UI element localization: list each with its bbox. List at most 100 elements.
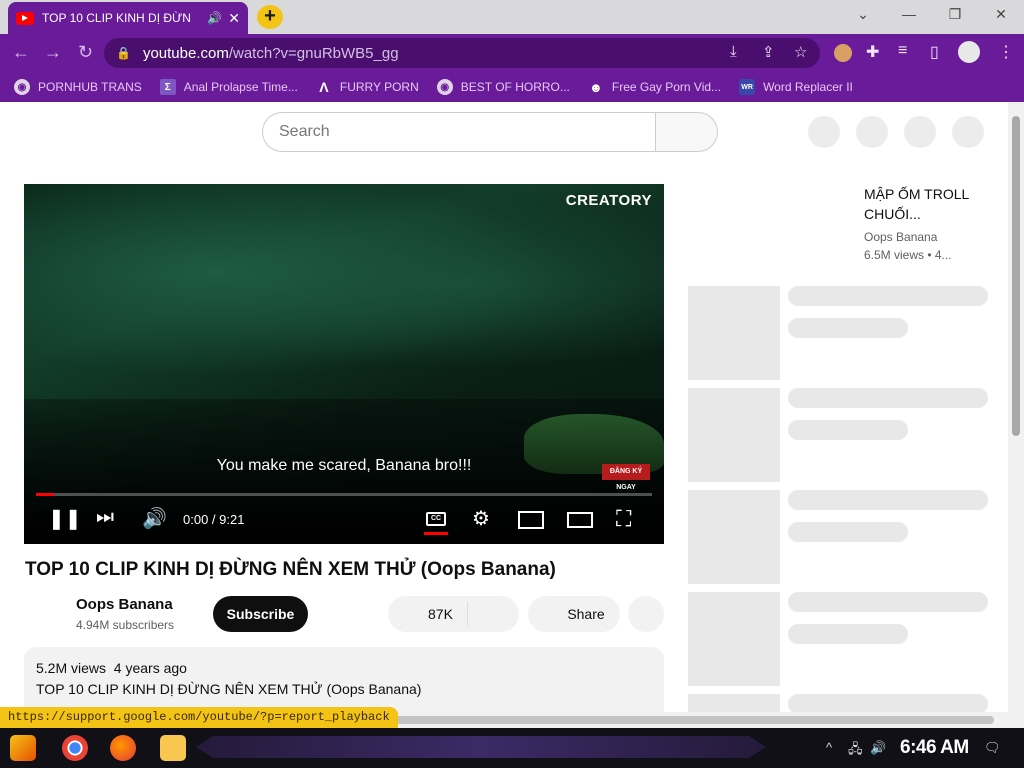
captions-active-indicator <box>424 532 448 535</box>
subscribe-button[interactable]: Subscribe <box>213 596 308 632</box>
close-window-button[interactable]: ✕ <box>986 6 1016 23</box>
share-page-icon[interactable]: ⇪ <box>762 43 775 61</box>
bookmark-item[interactable]: Σ Anal Prolapse Time... <box>159 79 298 95</box>
related-placeholder-line <box>788 286 988 306</box>
captions-icon[interactable]: CC <box>426 512 446 526</box>
restore-button[interactable]: ❐ <box>940 6 970 23</box>
next-icon[interactable]: ⏭ <box>96 506 114 529</box>
back-icon[interactable]: ← <box>12 42 30 63</box>
globe-icon: ◉ <box>436 79 453 95</box>
bookmark-item[interactable]: WR Word Replacer II <box>739 79 853 95</box>
bookmark-item[interactable]: ◉ BEST OF HORRO... <box>436 79 570 95</box>
related-placeholder-line <box>788 318 908 338</box>
file-explorer-icon[interactable] <box>160 735 186 761</box>
channel-name[interactable]: Oops Banana <box>76 596 173 613</box>
forward-icon[interactable]: → <box>44 42 62 63</box>
bookmark-label: FURRY PORN <box>339 80 419 94</box>
search-input[interactable]: Search <box>262 112 656 152</box>
tab-strip: TOP 10 CLIP KINH DỊ ĐỪN 🔊 ✕ + ⌄ — ❐ ✕ <box>0 0 1024 34</box>
bookmark-label: Anal Prolapse Time... <box>183 80 298 94</box>
taskbar: ^ 🖧 🔊 6:46 AM 🗨 <box>0 728 1024 768</box>
channel-watermark: CREATORY <box>565 192 652 209</box>
related-placeholder-thumb <box>688 286 780 380</box>
pause-icon[interactable]: ❚❚ <box>48 506 82 531</box>
site-icon: ☻ <box>589 79 603 95</box>
firefox-icon[interactable] <box>110 735 136 761</box>
globe-icon: ◉ <box>14 79 30 95</box>
browser-toolbar: ← → ↻ 🔒 youtube.com/watch?v=gnuRbWB5_gg … <box>0 34 1024 72</box>
site-icon: Λ <box>319 79 329 95</box>
related-placeholder-line <box>788 624 908 644</box>
url-path: /watch?v=gnuRbWB5_gg <box>228 44 399 62</box>
minimize-button[interactable]: — <box>894 6 924 22</box>
create-icon[interactable] <box>856 116 888 148</box>
like-divider <box>467 602 468 626</box>
related-video-title[interactable]: MẬP ỐM TROLL CHUỐI... <box>864 184 994 224</box>
bookmark-label: Free Gay Porn Vid... <box>611 80 722 94</box>
mic-icon[interactable] <box>808 116 840 148</box>
bookmark-item[interactable]: ☻ Free Gay Porn Vid... <box>588 79 721 95</box>
video-player[interactable]: CREATORY You make me scared, Banana bro!… <box>24 184 664 544</box>
description-box[interactable] <box>24 647 664 712</box>
tab-youtube[interactable]: TOP 10 CLIP KINH DỊ ĐỪN 🔊 ✕ <box>8 2 248 34</box>
related-placeholder-line <box>788 420 908 440</box>
bookmark-label: BEST OF HORRO... <box>460 80 570 94</box>
avatar[interactable] <box>952 116 984 148</box>
taskbar-decoration <box>196 736 766 758</box>
like-count[interactable]: 87K <box>428 606 453 622</box>
close-tab-icon[interactable]: ✕ <box>228 10 240 27</box>
related-placeholder-line <box>788 388 988 408</box>
settings-gear-icon[interactable]: ⚙ <box>472 506 490 531</box>
tray-chevron-icon[interactable]: ^ <box>826 740 832 755</box>
related-placeholder-line <box>788 522 908 542</box>
reload-icon[interactable]: ↻ <box>78 42 93 63</box>
bookmark-item[interactable]: ◉ PORNHUB TRANS <box>14 79 142 95</box>
volume-icon[interactable]: 🔊 <box>142 506 167 531</box>
subscribe-badge[interactable]: ĐĂNG KÝ NGAY <box>602 464 650 491</box>
network-icon[interactable]: 🖧 <box>848 740 863 762</box>
progress-bar[interactable] <box>36 493 652 496</box>
extensions-puzzle-icon[interactable]: ✚ <box>866 42 879 62</box>
share-button[interactable]: Share <box>528 596 620 632</box>
scrollbar-thumb[interactable] <box>1012 116 1020 436</box>
tab-search-icon[interactable]: ⌄ <box>848 6 878 23</box>
extension-icon: WR <box>739 79 756 95</box>
video-subtitle: You make me scared, Banana bro!!! <box>216 457 472 474</box>
side-panel-icon[interactable]: ▯ <box>930 42 939 62</box>
like-dislike-button[interactable] <box>388 596 519 632</box>
youtube-favicon-icon <box>16 11 34 25</box>
new-tab-button[interactable]: + <box>257 5 283 29</box>
search-button[interactable] <box>655 112 718 152</box>
profile-icon[interactable] <box>958 41 980 63</box>
theater-mode-icon[interactable] <box>567 512 593 528</box>
related-placeholder-thumb <box>688 592 780 686</box>
related-placeholder-line <box>788 694 988 712</box>
description-text: TOP 10 CLIP KINH DỊ ĐỪNG NÊN XEM THỬ (Oo… <box>36 681 422 697</box>
volume-tray-icon[interactable]: 🔊 <box>870 740 886 756</box>
notification-center-icon[interactable]: 🗨 <box>984 740 1001 756</box>
install-icon[interactable]: ⤓ <box>730 43 737 60</box>
extension-avatar-icon[interactable] <box>834 44 852 62</box>
fullscreen-icon[interactable]: ⛶ <box>616 506 631 532</box>
start-menu-icon[interactable] <box>10 735 36 761</box>
notifications-icon[interactable] <box>904 116 936 148</box>
menu-kebab-icon[interactable]: ⋮ <box>998 42 1014 62</box>
vertical-scrollbar[interactable] <box>1008 102 1024 712</box>
address-bar[interactable]: 🔒 youtube.com/watch?v=gnuRbWB5_gg <box>104 38 820 68</box>
related-video-channel: Oops Banana <box>864 230 938 244</box>
bookmark-star-icon[interactable]: ☆ <box>794 43 807 61</box>
status-bar-url: https://support.google.com/youtube/?p=re… <box>0 707 398 728</box>
url-host: youtube.com <box>142 44 229 62</box>
more-actions-button[interactable] <box>628 596 664 632</box>
related-video-views: 6.5M views • 4... <box>864 248 952 262</box>
miniplayer-icon[interactable] <box>518 511 544 529</box>
bookmark-item[interactable]: Λ FURRY PORN <box>316 79 419 95</box>
chrome-icon[interactable] <box>62 735 88 761</box>
taskbar-clock[interactable]: 6:46 AM <box>900 737 969 759</box>
lock-icon[interactable]: 🔒 <box>116 46 131 60</box>
speaker-icon[interactable]: 🔊 <box>207 11 222 25</box>
related-placeholder-line <box>788 592 988 612</box>
bookmark-icon: Σ <box>159 79 176 95</box>
related-placeholder-thumb <box>688 490 780 584</box>
reading-list-icon[interactable]: ≡ <box>898 42 907 60</box>
